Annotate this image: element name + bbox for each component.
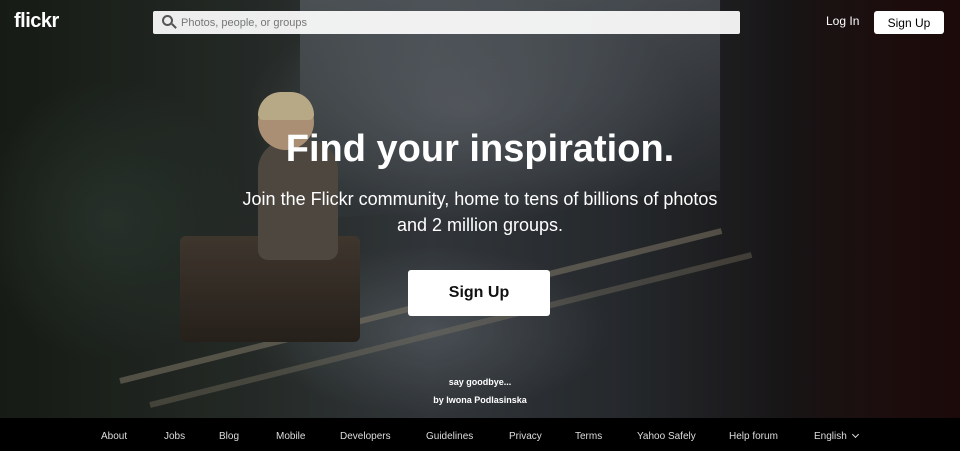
signup-cta-button[interactable]: Sign Up bbox=[408, 270, 550, 316]
photo-title-link[interactable]: say goodbye... bbox=[0, 377, 960, 387]
footer-link-developers[interactable]: Developers bbox=[340, 431, 391, 442]
signup-button-header[interactable]: Sign Up bbox=[874, 11, 944, 34]
footer-link-guidelines[interactable]: Guidelines bbox=[426, 431, 473, 442]
language-label: English bbox=[814, 431, 847, 442]
language-selector[interactable]: English bbox=[814, 430, 859, 442]
flickr-logo[interactable]: flickr bbox=[14, 10, 59, 33]
search-box[interactable] bbox=[153, 11, 740, 34]
footer-link-mobile[interactable]: Mobile bbox=[276, 431, 305, 442]
footer-link-blog[interactable]: Blog bbox=[219, 431, 239, 442]
hero-subline: Join the Flickr community, home to tens … bbox=[242, 189, 718, 235]
photo-credit-link[interactable]: by Iwona Podlasinska bbox=[0, 395, 960, 405]
footer-link-jobs[interactable]: Jobs bbox=[164, 431, 185, 442]
chevron-down-icon bbox=[851, 430, 859, 439]
search-input[interactable] bbox=[181, 11, 740, 34]
footer-link-terms[interactable]: Terms bbox=[575, 431, 602, 442]
hero-headline: Find your inspiration. bbox=[285, 128, 675, 170]
footer-link-about[interactable]: About bbox=[101, 431, 127, 442]
footer-link-help-forum[interactable]: Help forum bbox=[729, 431, 778, 442]
footer: About Jobs Blog Mobile Developers Guidel… bbox=[0, 418, 960, 451]
footer-link-privacy[interactable]: Privacy bbox=[509, 431, 542, 442]
search-icon[interactable] bbox=[159, 11, 181, 34]
login-link[interactable]: Log In bbox=[826, 14, 859, 28]
top-bar: flickr Log In Sign Up bbox=[0, 0, 960, 44]
footer-link-yahoo-safely[interactable]: Yahoo Safely bbox=[637, 431, 696, 442]
